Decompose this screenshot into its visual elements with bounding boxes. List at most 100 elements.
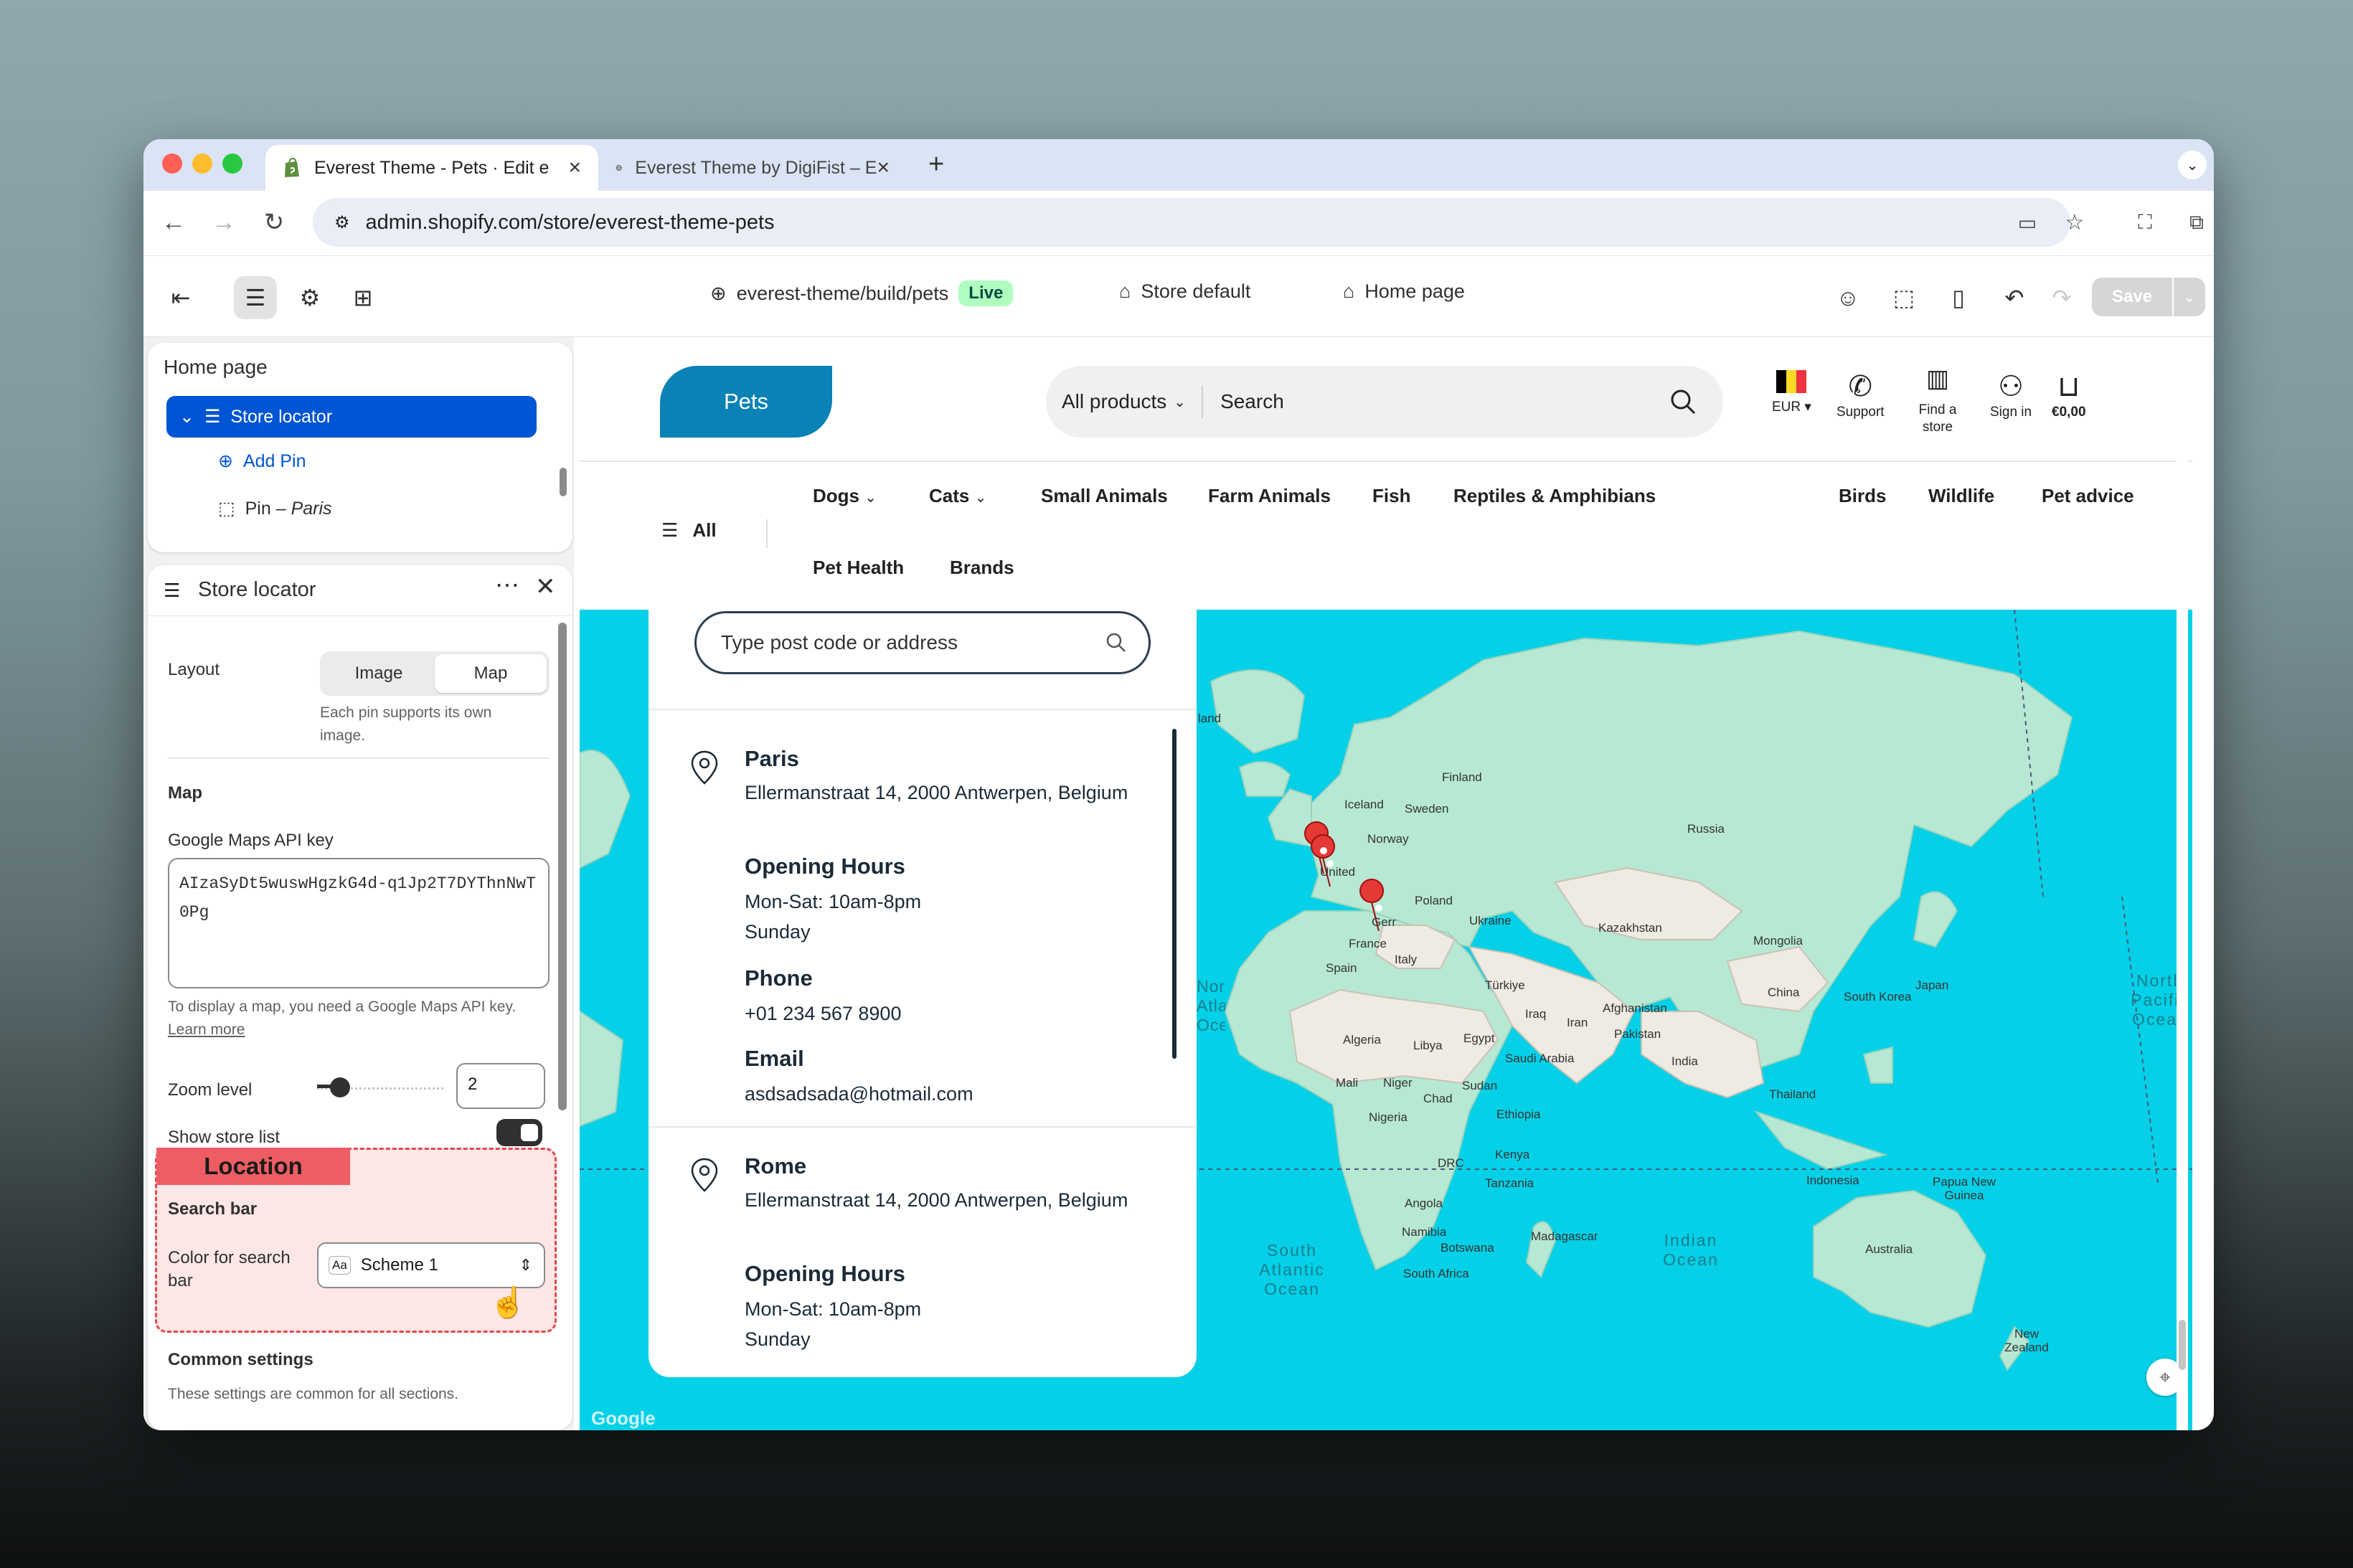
- layout-toggle[interactable]: Image Map: [320, 651, 550, 696]
- map-label: DRC: [1438, 1156, 1464, 1170]
- home-icon: ⌂: [1343, 280, 1355, 302]
- nav-birds[interactable]: Birds: [1839, 485, 1886, 507]
- sections-icon[interactable]: ☰: [234, 276, 277, 319]
- mobile-preview-icon[interactable]: ▯: [1937, 276, 1980, 319]
- nav-small-animals[interactable]: Small Animals: [1041, 485, 1168, 507]
- save-options-chevron-icon[interactable]: ⌄: [2174, 278, 2205, 316]
- map-label: Japan: [1915, 978, 1949, 992]
- layout-option-image[interactable]: Image: [323, 654, 435, 693]
- theme-selector[interactable]: ⊕ everest-theme/build/pets Live: [710, 280, 1014, 306]
- nav-reptiles[interactable]: Reptiles & Amphibians: [1453, 485, 1656, 507]
- map-label: Iraq: [1525, 1007, 1547, 1021]
- tree-scrollbar[interactable]: [560, 468, 567, 496]
- category-select[interactable]: All products: [1062, 390, 1166, 413]
- redo-icon[interactable]: ↷: [2040, 276, 2083, 319]
- currency-selector[interactable]: EUR ▾: [1772, 370, 1811, 415]
- nav-pet-health[interactable]: Pet Health: [813, 557, 904, 579]
- zoom-slider-handle[interactable]: [330, 1077, 350, 1097]
- nav-wildlife[interactable]: Wildlife: [1928, 485, 1994, 507]
- page-selector[interactable]: ⌂ Home page: [1343, 280, 1465, 303]
- color-scheme-select[interactable]: Aa Scheme 1 ⇕: [317, 1242, 545, 1288]
- phone-value: +01 234 567 8900: [745, 1003, 902, 1024]
- divider: [148, 615, 572, 616]
- find-store-link[interactable]: ▥ Find a store: [1905, 367, 1970, 436]
- sign-in-link[interactable]: ⚇ Sign in: [1990, 370, 2032, 420]
- api-key-field[interactable]: AIzaSyDt5wuswHgzkG4d-q1Jp2T7DYThnNwT0Pg: [168, 858, 550, 988]
- list-scrollbar[interactable]: [1172, 729, 1176, 1059]
- store-logo[interactable]: Pets: [660, 366, 832, 438]
- cart-link[interactable]: ⊔ €0,00: [2052, 370, 2086, 420]
- globe-icon: ⊕: [710, 282, 727, 304]
- settings-scrollbar[interactable]: [558, 623, 567, 1110]
- search-icon[interactable]: [1105, 632, 1127, 653]
- tree-item-pin-paris[interactable]: ⬚ Pin – Paris: [205, 488, 575, 529]
- support-link[interactable]: ✆ Support: [1836, 370, 1885, 420]
- tab-search-icon[interactable]: ⌄: [2178, 151, 2207, 179]
- ocean-label: Indian Ocean: [1663, 1231, 1719, 1269]
- add-pin-button[interactable]: ⊕ Add Pin: [205, 440, 575, 482]
- store-search-input[interactable]: Search: [1220, 390, 1284, 413]
- forward-icon[interactable]: →: [208, 207, 240, 238]
- maximize-window-button[interactable]: [222, 154, 242, 174]
- store-map[interactable]: land Finland Iceland Sweden Norway Russi…: [580, 610, 2192, 1430]
- nav-dogs[interactable]: Dogs ⌄: [813, 485, 877, 507]
- inspector-icon[interactable]: ⬚: [1882, 276, 1925, 319]
- new-tab-button[interactable]: +: [928, 149, 944, 180]
- undo-icon[interactable]: ↶: [1993, 276, 2036, 319]
- close-icon[interactable]: ×: [568, 156, 581, 180]
- camera-blocked-icon[interactable]: ▭: [2012, 207, 2043, 238]
- zoom-input[interactable]: 2: [456, 1063, 545, 1109]
- nav-pet-advice[interactable]: Pet advice: [2042, 485, 2134, 507]
- close-icon[interactable]: ×: [877, 156, 890, 180]
- sign-in-label: Sign in: [1990, 405, 2032, 420]
- screenshot-icon[interactable]: ⛶: [2129, 207, 2161, 238]
- search-icon[interactable]: [1669, 387, 1697, 416]
- preview-scrollbar-thumb[interactable]: [2179, 1320, 2186, 1370]
- save-button[interactable]: Save: [2092, 278, 2172, 316]
- tab-digifist[interactable]: Everest Theme by DigiFist – E ×: [598, 145, 907, 191]
- tree-item-store-locator[interactable]: ⌄ ☰ Store locator: [166, 396, 537, 438]
- block-icon: ⬚: [218, 499, 235, 519]
- currency-label: EUR ▾: [1772, 400, 1811, 415]
- map-label: Mongolia: [1753, 934, 1803, 948]
- close-window-button[interactable]: [162, 154, 182, 174]
- map-label: United Kingdom: [1320, 865, 1356, 879]
- map-label: Sweden: [1405, 802, 1449, 816]
- close-icon[interactable]: ✕: [535, 572, 556, 601]
- tab-shopify-editor[interactable]: Everest Theme - Pets · Edit e ×: [265, 145, 598, 191]
- all-menu-button[interactable]: ☰ All: [661, 519, 717, 542]
- map-label: Kazakhstan: [1598, 921, 1662, 935]
- back-icon[interactable]: ←: [158, 207, 189, 238]
- more-actions-icon[interactable]: ⋯: [495, 571, 519, 600]
- search-bar-heading: Search bar: [168, 1199, 258, 1219]
- chevron-down-icon: ⌄: [864, 490, 877, 506]
- exit-icon[interactable]: ⇤: [159, 276, 202, 319]
- site-settings-icon[interactable]: ⚙: [334, 212, 350, 233]
- extensions-icon[interactable]: ⧉: [2181, 207, 2212, 238]
- section-tree: Home page ⌄ ☰ Store locator ⊕ Add Pin ⬚ …: [148, 343, 572, 552]
- store-context-selector[interactable]: ⌂ Store default: [1119, 280, 1250, 303]
- map-label: Saudi Arabia: [1505, 1052, 1575, 1065]
- nav-farm-animals[interactable]: Farm Animals: [1208, 485, 1331, 507]
- theme-settings-icon[interactable]: ⚙: [288, 276, 331, 319]
- nav-cats[interactable]: Cats ⌄: [929, 485, 986, 507]
- store-icon: ⌂: [1119, 280, 1131, 302]
- nav-fish[interactable]: Fish: [1372, 485, 1410, 507]
- store-locator-search-input[interactable]: Type post code or address: [694, 611, 1151, 674]
- app-embeds-icon[interactable]: ⊞: [341, 276, 385, 319]
- email-value: asdsadsada@hotmail.com: [745, 1083, 973, 1105]
- chevron-down-icon[interactable]: ⌄: [179, 406, 194, 428]
- layout-option-map[interactable]: Map: [435, 654, 547, 693]
- find-store-label: Find a store: [1918, 402, 1957, 435]
- show-store-list-toggle[interactable]: [496, 1119, 542, 1146]
- address-bar[interactable]: ⚙ admin.shopify.com/store/everest-theme-…: [313, 198, 2070, 247]
- minimize-window-button[interactable]: [192, 154, 212, 174]
- nav-brands[interactable]: Brands: [950, 557, 1014, 579]
- map-label: Italy: [1395, 953, 1418, 966]
- bookmark-star-icon[interactable]: ☆: [2059, 207, 2090, 238]
- ai-icon[interactable]: ☺: [1826, 276, 1869, 319]
- map-label: Russia: [1687, 822, 1725, 836]
- reload-icon[interactable]: ↻: [258, 207, 290, 238]
- store-label: Store default: [1141, 280, 1251, 302]
- learn-more-link[interactable]: Learn more: [168, 1021, 245, 1038]
